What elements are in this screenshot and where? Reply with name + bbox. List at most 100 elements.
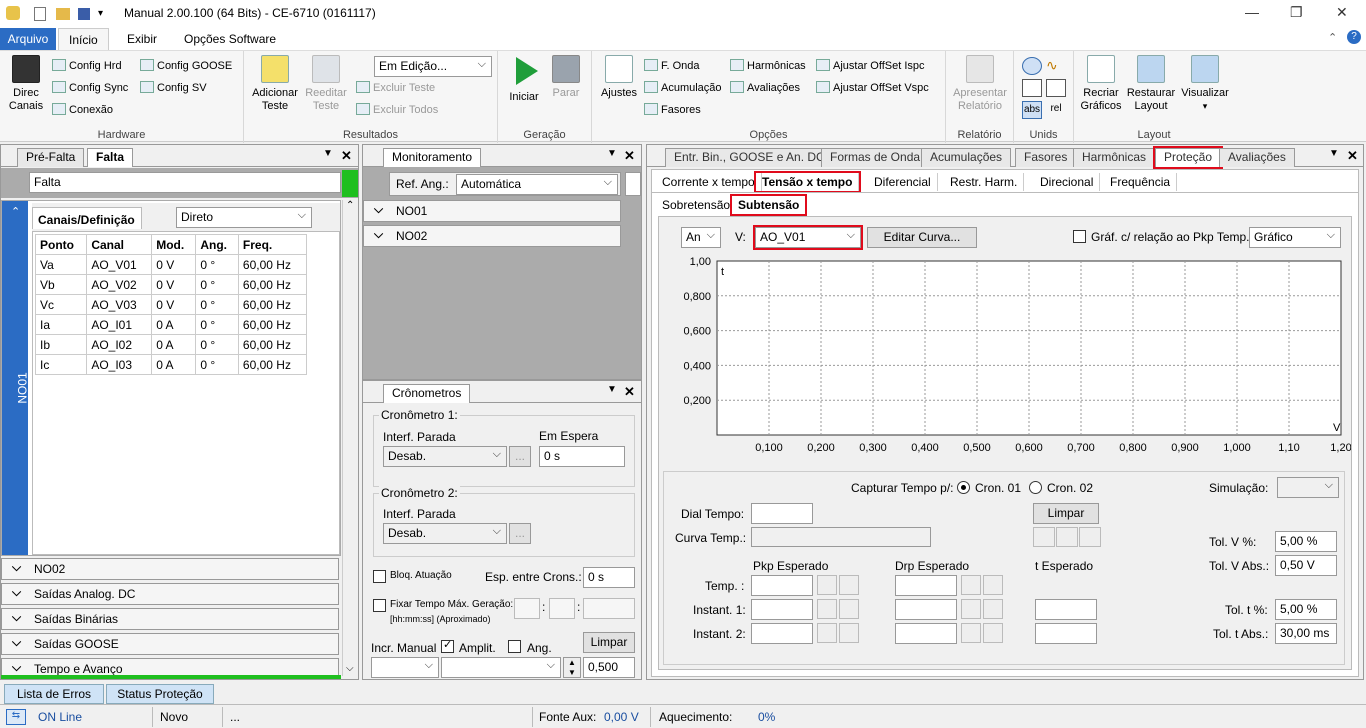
offset-vspc-button[interactable]: Ajustar OffSet Vspc	[816, 81, 929, 94]
incr-unit-combo[interactable]	[371, 656, 439, 678]
ang-checkbox[interactable]	[508, 640, 521, 653]
monitor-node-no02[interactable]: NO02	[363, 224, 621, 247]
table-cell[interactable]: 60,00 Hz	[237, 254, 308, 275]
iniciar-button[interactable]: Iniciar	[504, 55, 544, 104]
tab-pre-falta[interactable]: Pré-Falta	[17, 148, 85, 167]
table-row[interactable]: Ia AO_I01 0 A0 ° 60,00 Hz	[34, 314, 308, 335]
tol-t-pct-field[interactable]: 5,00 %	[1275, 599, 1337, 620]
drp-pick-icon[interactable]	[983, 599, 1003, 619]
simulacao-combo[interactable]	[1277, 476, 1339, 498]
fixar-ss-field[interactable]	[583, 598, 635, 619]
pick-point-icon[interactable]	[1056, 527, 1078, 547]
scroll-up-icon[interactable]: ⌃	[346, 200, 354, 211]
save-icon[interactable]	[78, 8, 90, 20]
parar-button[interactable]: Parar	[546, 55, 586, 100]
section-header[interactable]: Saídas Analog. DC	[1, 582, 339, 605]
tab-falta[interactable]: Falta	[87, 148, 134, 167]
amplit-checkbox[interactable]: ✓	[441, 639, 454, 653]
maximize-icon[interactable]: ❐	[1290, 4, 1303, 21]
pkp-search-icon[interactable]	[817, 599, 837, 619]
drp-search-icon[interactable]	[961, 575, 981, 595]
excluir-todos-button[interactable]: Excluir Todos	[356, 103, 438, 116]
recriar-graficos-button[interactable]: Recriar Gráficos	[1076, 55, 1126, 113]
table-cell[interactable]: Ib	[34, 334, 88, 355]
pkp-pick-icon[interactable]	[839, 575, 859, 595]
table-cell[interactable]: 0 °	[195, 354, 239, 375]
top-tab[interactable]: Avaliações	[1219, 148, 1295, 167]
section-header[interactable]: Saídas GOOSE	[1, 632, 339, 655]
incr-channel-combo[interactable]	[441, 656, 561, 678]
new-file-icon[interactable]	[34, 7, 46, 21]
tol-v-pct-field[interactable]: 5,00 %	[1275, 531, 1337, 552]
pkp-field-0[interactable]	[751, 575, 813, 596]
tab-inicio[interactable]: Início	[58, 28, 109, 50]
top-tab[interactable]: Formas de Onda	[821, 148, 930, 167]
primary-unit-icon[interactable]	[1022, 79, 1042, 97]
pkp-field-2[interactable]	[751, 623, 813, 644]
config-hrd-button[interactable]: Config Hrd	[52, 59, 122, 72]
top-tab[interactable]: Entr. Bin., GOOSE e An. DC	[665, 148, 834, 167]
table-cell[interactable]: 0 A	[151, 334, 197, 355]
cron02-radio[interactable]	[1029, 481, 1042, 494]
top-tab[interactable]: Fasores	[1015, 148, 1077, 167]
table-cell[interactable]: 0 °	[195, 254, 239, 275]
sub-tab[interactable]: Restr. Harm.	[944, 173, 1025, 191]
excluir-teste-button[interactable]: Excluir Teste	[356, 81, 435, 94]
undo-icon[interactable]	[1079, 527, 1101, 547]
curva-temp-field[interactable]	[751, 527, 931, 547]
connection-status-icon[interactable]: ⇆	[6, 709, 26, 725]
sub-tab[interactable]: Direcional	[1034, 173, 1101, 191]
f-onda-button[interactable]: F. Onda	[644, 59, 700, 72]
help-icon[interactable]: ?	[1347, 30, 1361, 44]
table-cell[interactable]: 0 A	[151, 354, 197, 375]
column-header[interactable]: Freq.	[237, 234, 308, 255]
mode-combo[interactable]: Direto	[176, 206, 312, 228]
tab-canais-definicao[interactable]: Canais/Definição	[32, 207, 142, 229]
fixar-mm-field[interactable]	[549, 598, 575, 619]
drp-field-0[interactable]	[895, 575, 957, 596]
secondary-unit-icon[interactable]	[1046, 79, 1066, 97]
table-cell[interactable]: 0 °	[195, 314, 239, 335]
interf-parada-browse-1[interactable]: ...	[509, 446, 531, 467]
table-cell[interactable]: Va	[34, 254, 88, 275]
crono-menu-icon[interactable]: ▼	[607, 384, 617, 395]
graf-relacao-checkbox[interactable]	[1073, 230, 1086, 243]
table-cell[interactable]: 0 V	[151, 294, 197, 315]
ref-ang-combo[interactable]: Automática	[456, 173, 618, 195]
abs-toggle[interactable]: abs	[1022, 101, 1042, 119]
no01-sidebar[interactable]: ⌃ NO01	[2, 201, 30, 555]
wave-unit-icon[interactable]: ∿	[1046, 57, 1058, 74]
harmonicas-button[interactable]: Harmônicas	[730, 59, 806, 72]
pkp-field-1[interactable]	[751, 599, 813, 620]
table-row[interactable]: Va AO_V01 0 V0 ° 60,00 Hz	[34, 254, 308, 275]
minimize-icon[interactable]: —	[1245, 4, 1259, 20]
fixar-tempo-checkbox[interactable]	[373, 599, 386, 612]
cron01-radio[interactable]	[957, 481, 970, 494]
interf-parada-browse-2[interactable]: ...	[509, 523, 531, 544]
step-value-field[interactable]: 0,500	[583, 657, 635, 678]
table-cell[interactable]: Ia	[34, 314, 88, 335]
status-combo[interactable]: Em Edição...	[374, 55, 492, 77]
drp-pick-icon[interactable]	[983, 575, 1003, 595]
dial-tempo-field[interactable]	[751, 503, 813, 524]
tab-cronometros[interactable]: Crônometros	[383, 384, 471, 403]
avaliacoes-button[interactable]: Avaliações	[730, 81, 800, 94]
tab-arquivo[interactable]: Arquivo	[0, 28, 56, 50]
tab-status-protecao[interactable]: Status Proteção	[106, 684, 214, 704]
panel-close-icon[interactable]: ✕	[341, 148, 352, 164]
v-channel-combo[interactable]: AO_V01	[753, 225, 863, 250]
table-cell[interactable]: Vb	[34, 274, 88, 295]
t-esperado-field-1[interactable]	[1035, 599, 1097, 620]
interf-parada-combo-2[interactable]: Desab.	[383, 522, 507, 544]
clock-icon[interactable]	[1022, 57, 1042, 75]
table-row[interactable]: Ic AO_I03 0 A0 ° 60,00 Hz	[34, 354, 308, 375]
bloq-atuacao-checkbox[interactable]	[373, 570, 386, 583]
table-cell[interactable]: 60,00 Hz	[237, 354, 308, 375]
crono-limpar-button[interactable]: Limpar	[583, 632, 635, 653]
top-tab[interactable]: Acumulações	[921, 148, 1012, 167]
pkp-search-icon[interactable]	[817, 575, 837, 595]
config-sv-button[interactable]: Config SV	[140, 81, 207, 94]
monitor-node-no01[interactable]: NO01	[363, 199, 621, 222]
table-cell[interactable]: 60,00 Hz	[237, 334, 308, 355]
column-header[interactable]: Ponto	[34, 234, 88, 255]
